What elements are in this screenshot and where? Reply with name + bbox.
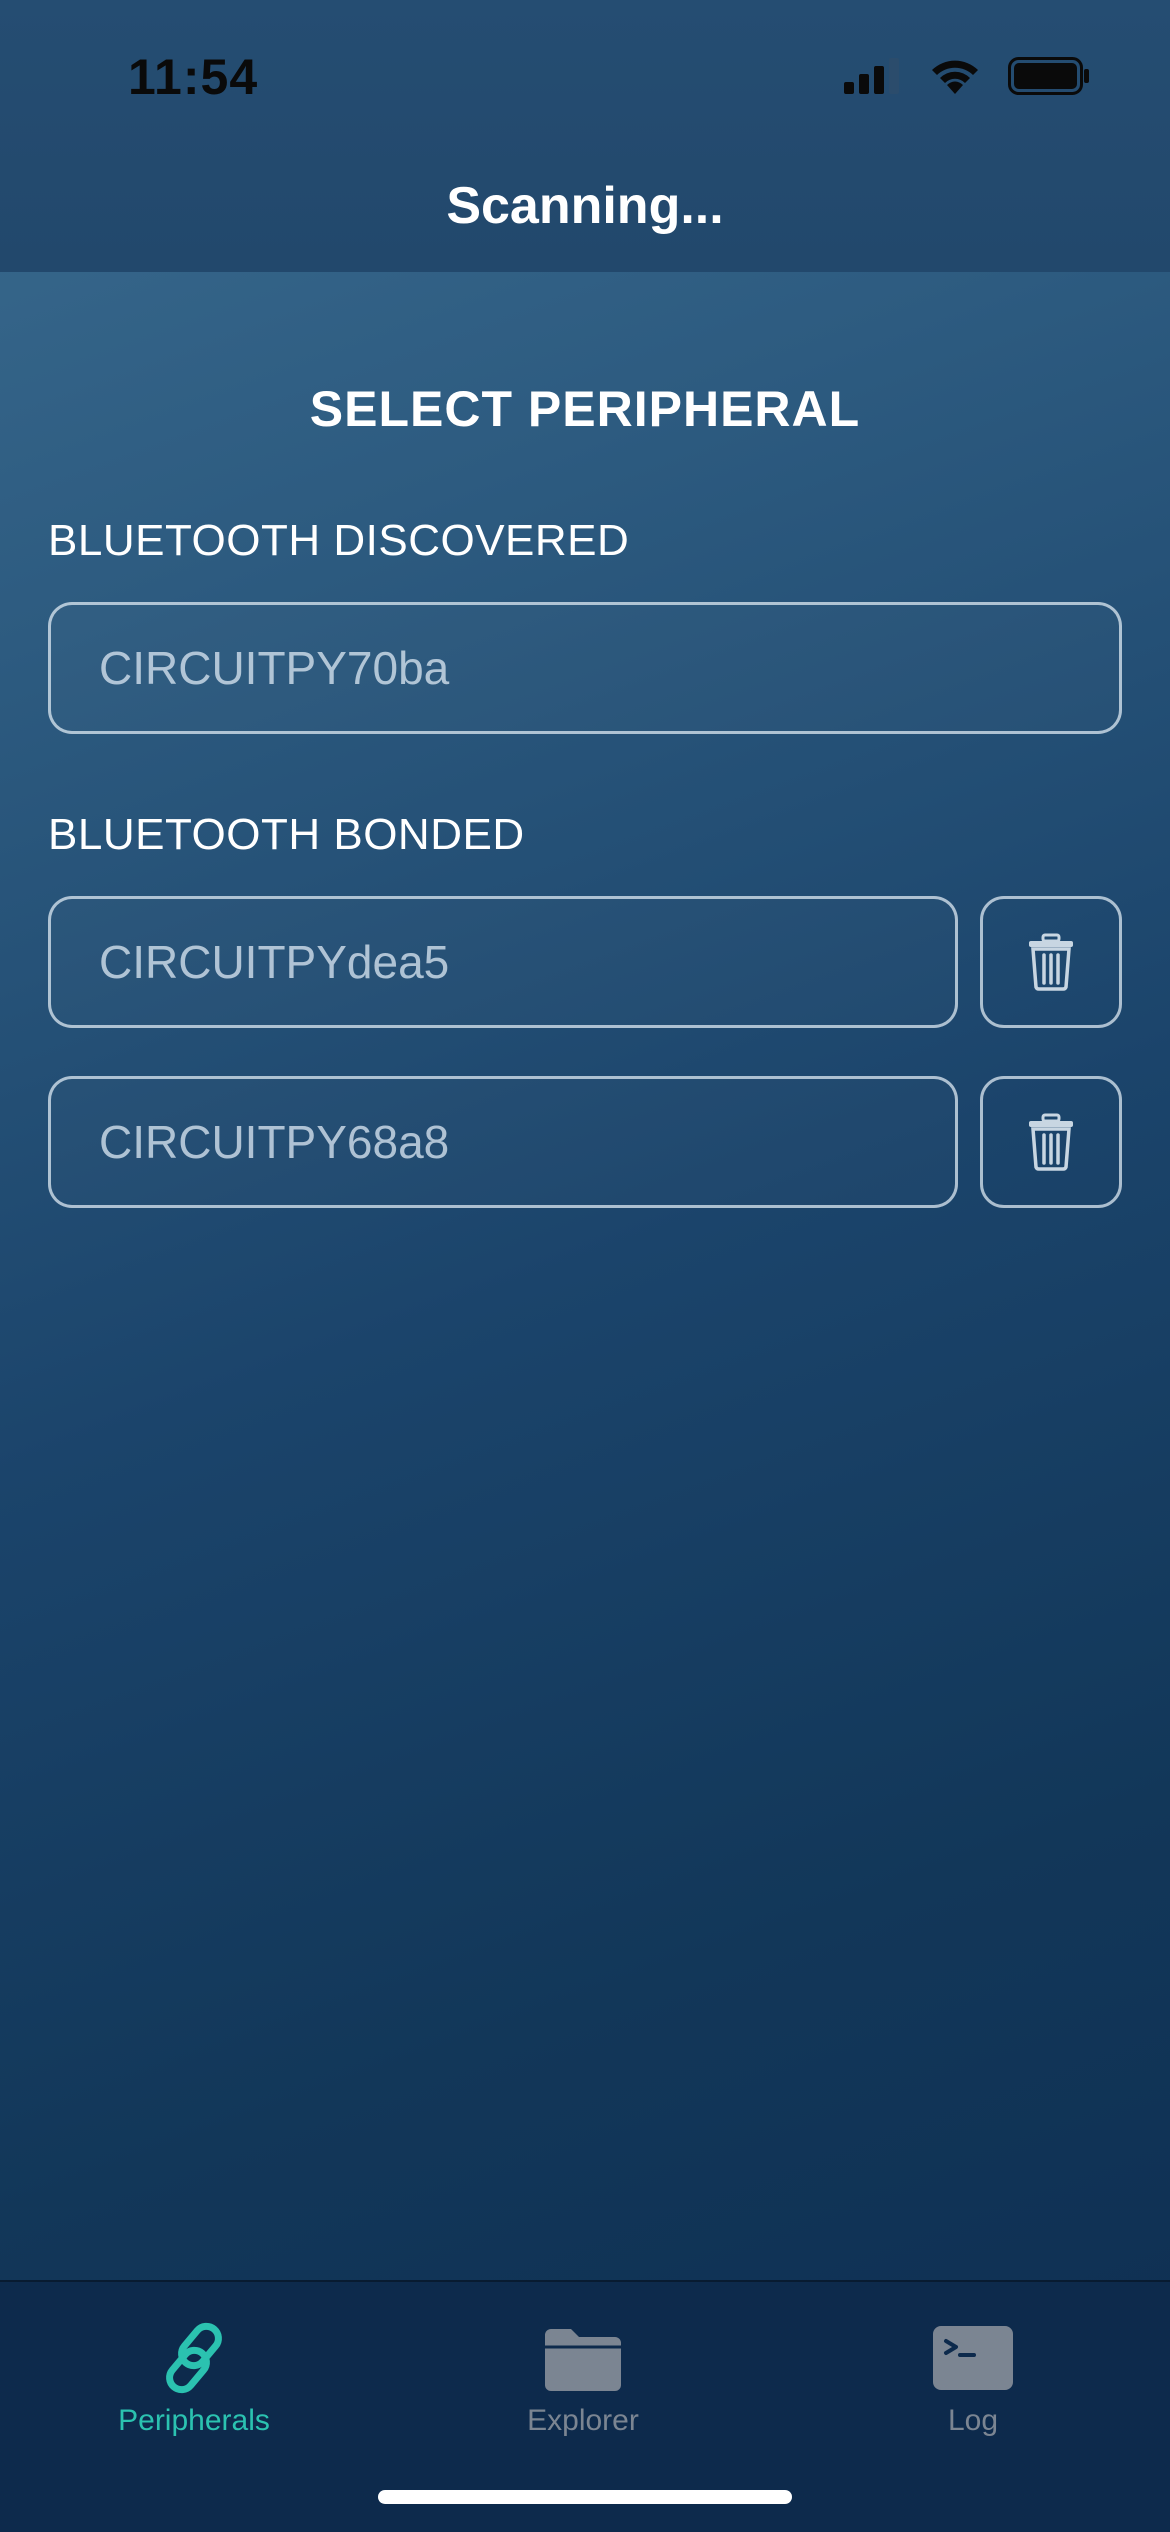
tab-peripherals[interactable]: Peripherals [44,2282,344,2442]
bonded-label: BLUETOOTH BONDED [48,810,525,859]
nav-title: Scanning... [446,177,724,235]
wifi-icon [932,60,978,94]
header: 11:54 Scanning... [0,0,1170,272]
status-time: 11:54 [128,49,259,105]
tab-bar: Peripherals Explorer Log [0,2280,1170,2532]
battery-icon [1008,57,1089,95]
bonded-device-item[interactable]: CIRCUITPY68a8 [48,1076,958,1208]
terminal-icon [932,2318,1014,2398]
device-name: CIRCUITPY70ba [99,642,450,694]
device-name: CIRCUITPYdea5 [99,936,450,988]
section-title: SELECT PERIPHERAL [309,381,861,437]
bonded-device-item[interactable]: CIRCUITPYdea5 [48,896,958,1028]
delete-bond-button[interactable] [980,1076,1122,1208]
tab-label: Explorer [527,2404,639,2437]
home-indicator [378,2490,792,2504]
tab-log[interactable]: Log [823,2282,1123,2442]
trash-icon [1029,1113,1073,1171]
tab-label: Log [947,2404,999,2437]
folder-icon [543,2318,623,2398]
cellular-signal-icon [844,58,899,94]
trash-icon [1029,933,1073,991]
delete-bond-button[interactable] [980,896,1122,1028]
discovered-label: BLUETOOTH DISCOVERED [48,516,630,565]
status-icons [844,56,1090,96]
device-name: CIRCUITPY68a8 [99,1116,450,1168]
tab-label: Peripherals [118,2404,270,2437]
discovered-device-item[interactable]: CIRCUITPY70ba [48,602,1122,734]
app-screen: 11:54 Scanning... SELECT PERIPHERAL BLUE… [0,0,1170,2532]
tab-explorer[interactable]: Explorer [433,2282,733,2442]
link-icon [154,2318,234,2398]
